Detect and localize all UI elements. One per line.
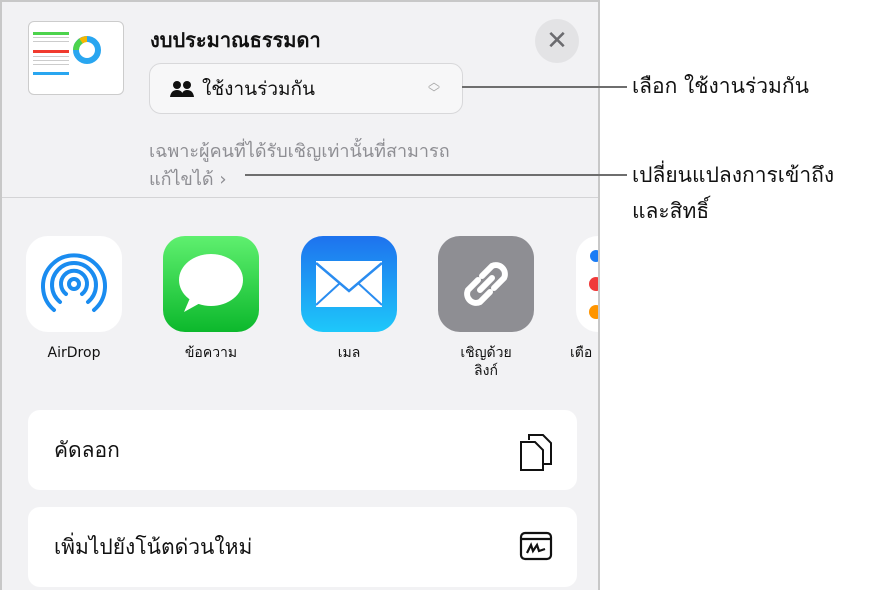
app-label: เตือ — [570, 345, 593, 361]
app-messages[interactable]: ข้อความ — [163, 236, 259, 362]
document-title: งบประมาณธรรมดา — [150, 28, 321, 52]
messages-icon — [163, 236, 259, 332]
close-button[interactable]: ✕ — [535, 19, 579, 63]
quick-note-action[interactable]: เพิ่มไปยังโน้ตด่วนใหม่ — [28, 507, 577, 587]
reminders-icon — [576, 236, 598, 332]
share-sheet: งบประมาณธรรมดา ✕ ใช้งานร่วมกัน ︿ ﹀ เฉพาะผ… — [0, 0, 600, 590]
access-description-line1: เฉพาะผู้คนที่ได้รับเชิญเท่านั้นที่สามารถ — [149, 141, 450, 162]
airdrop-icon — [26, 236, 122, 332]
callout-line-access — [245, 174, 627, 176]
action-label: คัดลอก — [54, 437, 120, 462]
quick-note-icon — [519, 531, 553, 561]
app-label: AirDrop — [47, 345, 101, 361]
access-description-line2: แก้ไขได้ — [149, 169, 214, 190]
callout-line-share — [462, 86, 627, 88]
share-mode-label: ใช้งานร่วมกัน — [202, 77, 315, 100]
app-label: เชิญด้วย ลิงก์ — [460, 345, 512, 379]
link-icon — [438, 236, 534, 332]
document-thumbnail — [28, 21, 124, 95]
app-label: เมล — [337, 345, 361, 361]
callout-change-access: เปลี่ยนแปลงการเข้าถึง และสิทธิ์ — [632, 163, 835, 223]
divider — [2, 197, 598, 198]
mail-icon — [301, 236, 397, 332]
access-description-link[interactable]: เฉพาะผู้คนที่ได้รับเชิญเท่านั้นที่สามารถ… — [149, 138, 569, 194]
chevron-up-down-icon: ︿ ﹀ — [427, 75, 440, 100]
share-mode-select[interactable]: ใช้งานร่วมกัน ︿ ﹀ — [149, 63, 463, 114]
app-label: ข้อความ — [184, 345, 238, 361]
close-icon: ✕ — [546, 26, 568, 56]
app-mail[interactable]: เมล — [301, 236, 397, 362]
chevron-right-icon: › — [219, 169, 227, 190]
callout-select-share: เลือก ใช้งานร่วมกัน — [632, 74, 809, 98]
copy-action[interactable]: คัดลอก — [28, 410, 577, 490]
app-airdrop[interactable]: AirDrop — [26, 236, 122, 362]
people-icon — [170, 80, 194, 97]
copy-icon — [520, 434, 552, 471]
action-label: เพิ่มไปยังโน้ตด่วนใหม่ — [54, 534, 253, 559]
app-invite-link[interactable]: เชิญด้วย ลิงก์ — [438, 236, 534, 380]
app-reminders[interactable]: เตือ — [570, 236, 598, 362]
